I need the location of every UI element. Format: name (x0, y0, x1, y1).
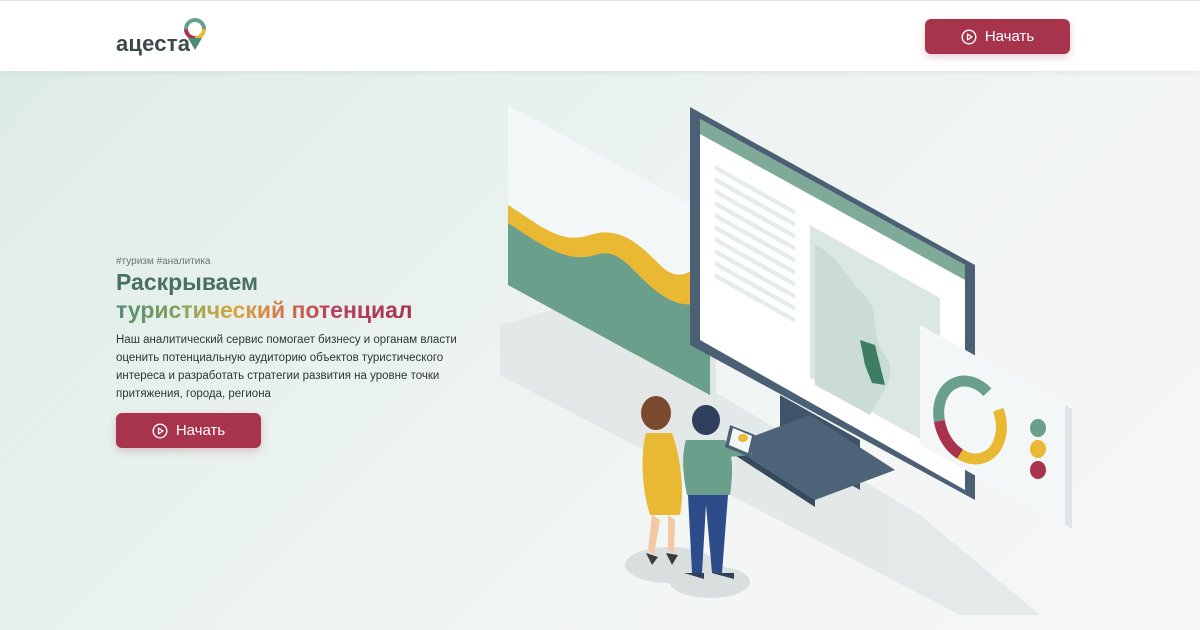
header-start-label: Начать (984, 28, 1035, 45)
analytics-illustration (500, 105, 1072, 615)
hero-title-line1: Раскрываем (116, 269, 258, 295)
logo-text: ацеста (116, 31, 191, 56)
site-header: ацеста Начать (0, 0, 1200, 71)
play-circle-icon (961, 28, 977, 45)
hero-title-line2: туристический потенциал (116, 297, 413, 323)
play-circle-icon (152, 422, 168, 439)
hero-start-button[interactable]: Начать (116, 413, 261, 448)
hero-description: Наш аналитический сервис помогает бизнес… (116, 334, 457, 400)
logo[interactable]: ацеста (116, 18, 206, 59)
person-shadow (670, 566, 750, 598)
logo-pin-icon (184, 18, 206, 50)
hero-start-label: Начать (175, 422, 226, 439)
hero-title: Раскрываем туристический потенциал (116, 268, 413, 324)
donut-panel (920, 325, 1072, 529)
header-start-button[interactable]: Начать (925, 19, 1070, 54)
hero-tags: #туризм #аналитика (116, 256, 211, 267)
